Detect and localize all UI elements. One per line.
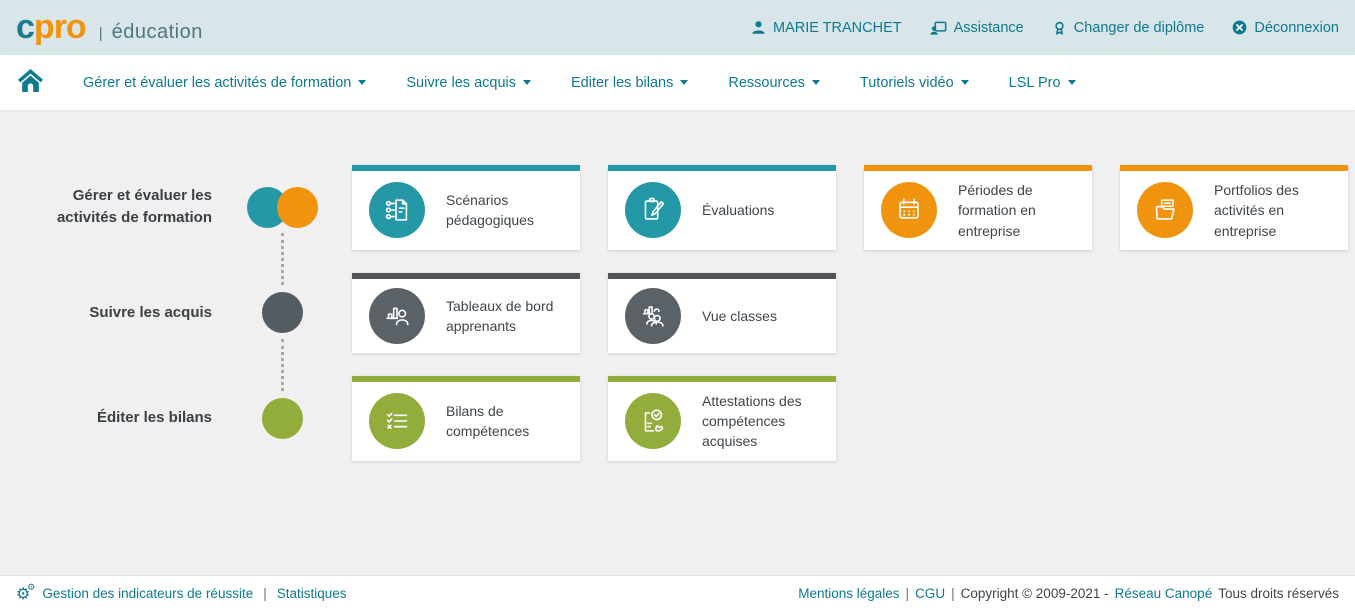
row-label-gerer-evaluer: Gérer et évaluer les activités de format…	[40, 185, 212, 230]
change-diploma-link[interactable]: Changer de diplôme	[1052, 20, 1205, 36]
chart-person-icon	[369, 288, 425, 344]
header-menu: MARIE TRANCHET Assistance Changer de dip…	[751, 20, 1339, 36]
logo[interactable]: cpro | éducation	[16, 8, 203, 47]
row-cards: Tableaux de bord apprenants Vue classes	[352, 273, 836, 353]
document-check-hand-icon	[625, 393, 681, 449]
card-scenarios-pedagogiques[interactable]: Scénarios pédagogiques	[352, 165, 580, 250]
scenario-list-document-icon	[369, 182, 425, 238]
nav-item-label: Tutoriels vidéo	[860, 75, 954, 91]
footer-separator: |	[263, 586, 267, 601]
footer-left: ⚙⚙ Gestion des indicateurs de réussite |…	[16, 586, 347, 602]
nav-item-label: Gérer et évaluer les activités de format…	[83, 75, 351, 91]
row-label-suivre-acquis: Suivre les acquis	[40, 302, 212, 325]
main-nav: Gérer et évaluer les activités de format…	[0, 55, 1355, 110]
home-button[interactable]	[18, 69, 43, 97]
clipboard-pencil-icon	[625, 182, 681, 238]
logo-suffix: éducation	[112, 21, 203, 44]
card-portfolios-activites[interactable]: Portfolios des activités en entreprise	[1120, 165, 1348, 250]
rights-text: Tous droits réservés	[1218, 586, 1339, 601]
orange-dot	[277, 187, 318, 228]
card-title: Attestations des compétences acquises	[702, 391, 824, 452]
card-title: Bilans de compétences	[446, 401, 568, 442]
logout-x-circle-icon	[1232, 20, 1247, 35]
row-label-editer-bilans: Éditer les bilans	[40, 407, 212, 430]
assistance-label: Assistance	[954, 20, 1024, 36]
card-title: Périodes de formation en entreprise	[958, 180, 1080, 241]
logout-link[interactable]: Déconnexion	[1232, 20, 1339, 36]
nav-item-label: Editer les bilans	[571, 75, 673, 91]
cgu-link[interactable]: CGU	[915, 586, 945, 601]
footer: ⚙⚙ Gestion des indicateurs de réussite |…	[0, 575, 1355, 611]
statistics-link[interactable]: Statistiques	[277, 586, 347, 601]
card-periodes-formation[interactable]: Périodes de formation en entreprise	[864, 165, 1092, 250]
card-title: Vue classes	[702, 306, 777, 326]
nav-item-tutoriels-video[interactable]: Tutoriels vidéo	[860, 75, 969, 91]
nav-item-label: Ressources	[728, 75, 805, 91]
card-title: Évaluations	[702, 200, 774, 220]
logo-brand-c: c	[16, 8, 34, 47]
home-dashboard: Gérer et évaluer les activités de format…	[0, 110, 1355, 575]
nav-item-label: LSL Pro	[1009, 75, 1061, 91]
nav-item-label: Suivre les acquis	[406, 75, 516, 91]
nav-item-gerer-evaluer[interactable]: Gérer et évaluer les activités de format…	[83, 75, 366, 91]
settings-gears-icon: ⚙⚙	[16, 586, 30, 602]
row-marker-suivre-acquis	[212, 292, 352, 333]
chevron-down-icon	[812, 80, 820, 85]
nav-item-suivre-acquis[interactable]: Suivre les acquis	[406, 75, 531, 91]
user-name: MARIE TRANCHET	[773, 20, 902, 36]
user-menu-link[interactable]: MARIE TRANCHET	[751, 20, 902, 36]
card-tableaux-de-bord[interactable]: Tableaux de bord apprenants	[352, 273, 580, 353]
indicators-link[interactable]: Gestion des indicateurs de réussite	[42, 586, 253, 601]
chart-people-icon	[625, 288, 681, 344]
reseau-canope-link[interactable]: Réseau Canopé	[1115, 586, 1213, 601]
assistance-screen-person-icon	[930, 20, 947, 36]
card-vue-classes[interactable]: Vue classes	[608, 273, 836, 353]
chevron-down-icon	[358, 80, 366, 85]
chevron-down-icon	[1068, 80, 1076, 85]
nav-item-lsl-pro[interactable]: LSL Pro	[1009, 75, 1076, 91]
chevron-down-icon	[680, 80, 688, 85]
footer-right: Mentions légales | CGU | Copyright © 200…	[798, 586, 1339, 601]
checklist-icon	[369, 393, 425, 449]
row-marker-editer-bilans	[212, 398, 352, 439]
card-title: Scénarios pédagogiques	[446, 190, 568, 231]
card-evaluations[interactable]: Évaluations	[608, 165, 836, 250]
copyright-text: Copyright © 2009-2021 -	[961, 586, 1109, 601]
feature-row-suivre-acquis: Suivre les acquis Tableaux de bord appre…	[40, 273, 1355, 353]
chevron-down-icon	[523, 80, 531, 85]
nav-item-editer-bilans[interactable]: Editer les bilans	[571, 75, 688, 91]
footer-separator: |	[906, 586, 910, 601]
row-marker-gerer-evaluer	[212, 187, 352, 228]
logout-label: Déconnexion	[1254, 20, 1339, 36]
card-bilans-competences[interactable]: Bilans de compétences	[352, 376, 580, 461]
calendar-icon	[881, 182, 937, 238]
nav-item-ressources[interactable]: Ressources	[728, 75, 820, 91]
feature-row-gerer-evaluer: Gérer et évaluer les activités de format…	[40, 165, 1355, 250]
mentions-legales-link[interactable]: Mentions légales	[798, 586, 899, 601]
row-cards: Bilans de compétences Attestations des c…	[352, 376, 836, 461]
slate-dot	[262, 292, 303, 333]
logo-divider: |	[99, 25, 103, 42]
card-title: Tableaux de bord apprenants	[446, 296, 568, 337]
feature-row-editer-bilans: Éditer les bilans Bilans de compétences	[40, 376, 1355, 461]
footer-separator: |	[951, 586, 955, 601]
logo-brand-pro: pro	[34, 8, 86, 47]
card-attestations-competences[interactable]: Attestations des compétences acquises	[608, 376, 836, 461]
top-header: cpro | éducation MARIE TRANCHET Assistan…	[0, 0, 1355, 55]
green-dot	[262, 398, 303, 439]
assistance-link[interactable]: Assistance	[930, 20, 1024, 36]
row-cards: Scénarios pédagogiques Évaluations	[352, 165, 1348, 250]
home-icon	[18, 69, 43, 97]
folder-document-icon	[1137, 182, 1193, 238]
user-icon	[751, 20, 766, 35]
chevron-down-icon	[961, 80, 969, 85]
change-diploma-label: Changer de diplôme	[1074, 20, 1205, 36]
award-medal-icon	[1052, 20, 1067, 36]
card-title: Portfolios des activités en entreprise	[1214, 180, 1336, 241]
